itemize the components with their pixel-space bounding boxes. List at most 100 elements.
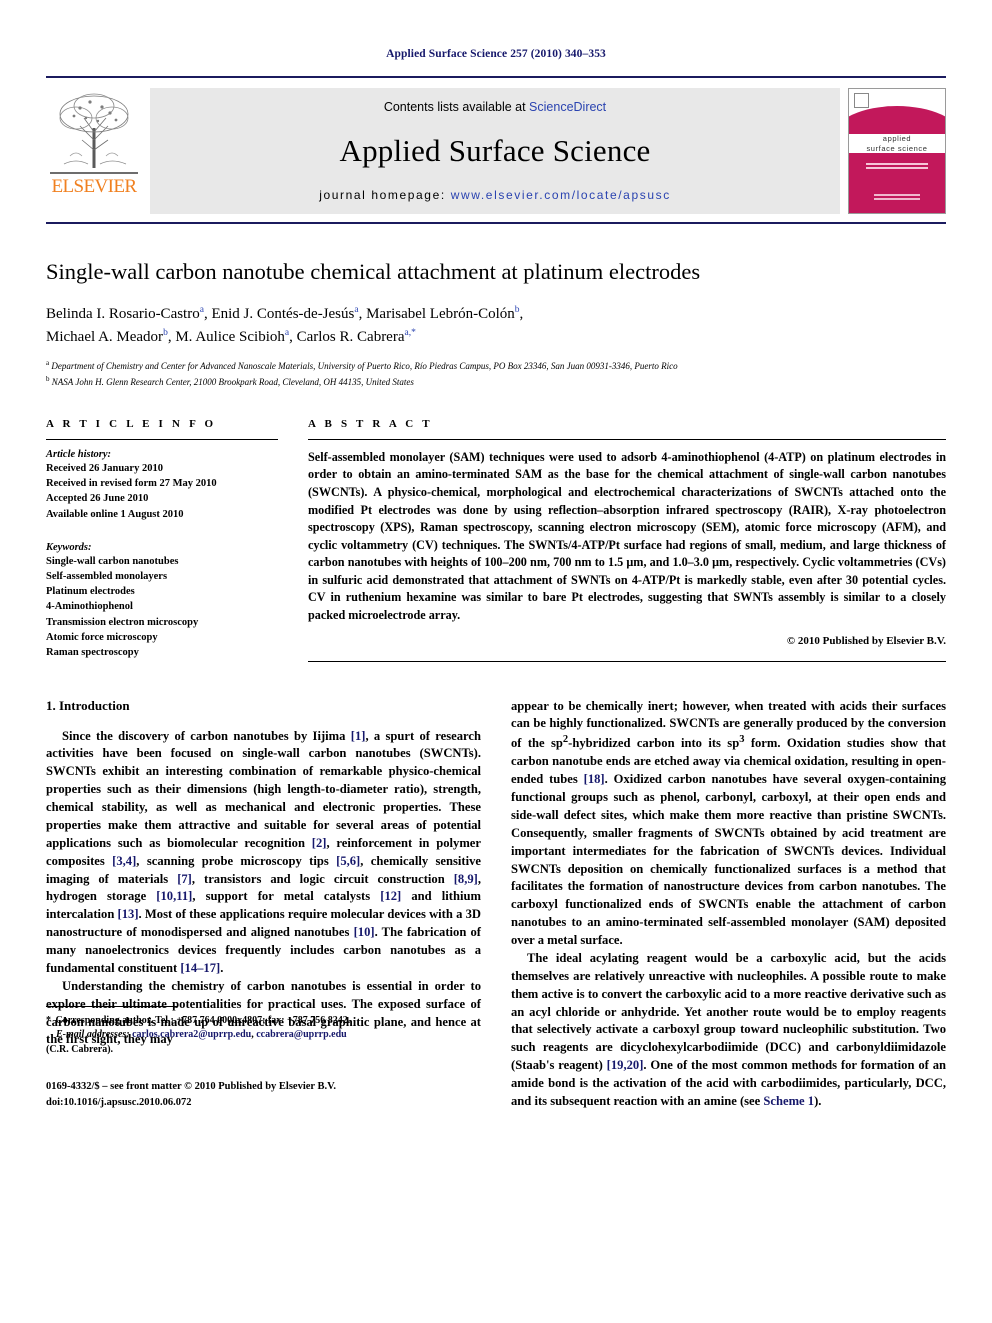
article-info-divider xyxy=(46,438,278,440)
email-owner: (C.R. Cabrera). xyxy=(46,1043,114,1055)
citation-ref[interactable]: [13] xyxy=(118,907,139,921)
abstract-column: A B S T R A C T Self-assembled monolayer… xyxy=(308,418,946,662)
email-label: E-mail addresses: xyxy=(56,1029,130,1041)
citation-ref[interactable]: [10,11] xyxy=(156,889,192,903)
corresponding-author-text: Corresponding author. Tel.: +787 764 000… xyxy=(53,1014,351,1026)
author-name: M. Aulice Scibioh xyxy=(175,328,285,345)
citation-ref[interactable]: [3,4] xyxy=(112,854,136,868)
paragraph-text: , scanning probe microscopy tips xyxy=(136,853,337,868)
author-name: Enid J. Contés-de-Jesús xyxy=(211,306,355,322)
elsevier-wordmark: ELSEVIER xyxy=(51,175,138,197)
scheme-link[interactable]: Scheme 1 xyxy=(763,1094,814,1108)
paragraph-text: . xyxy=(220,960,224,975)
article-history-list: Received 26 January 2010 Received in rev… xyxy=(46,461,278,522)
author-name: Carlos R. Cabrera xyxy=(296,328,405,345)
author-affiliation-marker: a xyxy=(284,327,290,338)
body-column-left: 1. Introduction Since the discovery of c… xyxy=(46,698,481,1111)
affiliation-b: b NASA John H. Glenn Research Center, 21… xyxy=(46,374,946,390)
paragraph-text: , support for metal catalysts xyxy=(192,889,381,904)
paragraph-text: , transistors and logic circuit construc… xyxy=(191,871,454,886)
cover-lower-block xyxy=(849,143,945,213)
cover-title-line2: surface science xyxy=(866,143,928,153)
journal-banner: Contents lists available at ScienceDirec… xyxy=(150,88,840,214)
article-info-heading: A R T I C L E I N F O xyxy=(46,417,217,430)
keyword-item: Single-wall carbon nanotubes xyxy=(46,555,179,567)
paragraph-text: , a spurt of research activities have be… xyxy=(46,728,481,850)
running-head: Applied Surface Science 257 (2010) 340–3… xyxy=(386,48,606,60)
author-name: Marisabel Lebrón-Colón xyxy=(366,306,515,322)
article-history-label: Article history: xyxy=(46,448,112,460)
abstract-bottom-divider xyxy=(308,660,946,662)
footnote-divider xyxy=(46,1005,178,1007)
paragraph-text: -hybridized carbon into its sp xyxy=(568,736,740,751)
keyword-item: Platinum electrodes xyxy=(46,586,135,598)
body-columns: 1. Introduction Since the discovery of c… xyxy=(46,698,946,1111)
citation-ref[interactable]: [1] xyxy=(351,729,366,743)
doi-line: doi:10.1016/j.apsusc.2010.06.072 xyxy=(46,1097,192,1109)
article-title-block: Single-wall carbon nanotube chemical att… xyxy=(46,258,946,390)
elsevier-logo-rule xyxy=(50,172,138,174)
author-affiliation-marker: a,* xyxy=(404,327,416,338)
footnote-block: * Corresponding author. Tel.: +787 764 0… xyxy=(46,1005,481,1111)
cover-title-band: applied surface science xyxy=(849,133,945,154)
journal-cover-thumbnail: applied surface science xyxy=(848,88,946,214)
affiliation-text: NASA John H. Glenn Research Center, 2100… xyxy=(51,376,414,387)
citation-ref[interactable]: [7] xyxy=(177,872,192,886)
journal-masthead: ELSEVIER Contents lists available at Sci… xyxy=(46,76,946,224)
author-name: Michael A. Meador xyxy=(46,328,164,345)
journal-homepage-line: journal homepage: www.elsevier.com/locat… xyxy=(319,188,671,202)
keyword-item: 4-Aminothiophenol xyxy=(46,601,133,613)
keyword-item: Raman spectroscopy xyxy=(46,647,139,659)
section-heading-introduction: 1. Introduction xyxy=(46,697,130,713)
affiliation-marker: b xyxy=(46,374,50,383)
author-line-1: Belinda I. Rosario-Castroa, Enid J. Cont… xyxy=(46,305,524,322)
sciencedirect-link[interactable]: ScienceDirect xyxy=(529,100,606,114)
keyword-item: Transmission electron microscopy xyxy=(46,616,199,628)
citation-ref[interactable]: [2] xyxy=(312,836,327,850)
history-item: Received 26 January 2010 xyxy=(46,462,163,474)
author-line-2: Michael A. Meadorb, M. Aulice Scibioha, … xyxy=(46,327,416,345)
citation-ref[interactable]: [8,9] xyxy=(454,872,478,886)
email-link-1[interactable]: carlos.cabrera2@uprrp.edu xyxy=(132,1029,251,1040)
author-list: Belinda I. Rosario-Castroa, Enid J. Cont… xyxy=(46,303,946,348)
affiliations: a Department of Chemistry and Center for… xyxy=(46,358,946,390)
paragraph-text: Since the discovery of carbon nanotubes … xyxy=(62,728,351,743)
affiliation-a: a Department of Chemistry and Center for… xyxy=(46,358,946,374)
page-title: Single-wall carbon nanotube chemical att… xyxy=(46,259,701,284)
abstract-copyright: © 2010 Published by Elsevier B.V. xyxy=(786,634,946,647)
article-info-column: A R T I C L E I N F O Article history: R… xyxy=(46,418,278,662)
cover-title-line1: applied xyxy=(882,134,912,144)
abstract-heading: A B S T R A C T xyxy=(308,417,433,430)
citation-ref[interactable]: [19,20] xyxy=(607,1058,644,1072)
keyword-item: Atomic force microscopy xyxy=(46,631,158,643)
intro-paragraph-3: appear to be chemically inert; however, … xyxy=(511,698,946,950)
author-affiliation-marker: a xyxy=(199,305,204,315)
issn-line: 0169-4332/$ – see front matter © 2010 Pu… xyxy=(46,1081,336,1093)
journal-homepage-url[interactable]: www.elsevier.com/locate/apsusc xyxy=(451,188,671,202)
history-item: Accepted 26 June 2010 xyxy=(46,493,149,505)
citation-ref[interactable]: [14–17] xyxy=(180,961,220,975)
intro-paragraph-4: The ideal acylating reagent would be a c… xyxy=(511,950,946,1111)
history-item: Received in revised form 27 May 2010 xyxy=(46,478,217,490)
paragraph-text: The ideal acylating reagent would be a c… xyxy=(511,950,946,1073)
email-link-2[interactable]: ccabrera@uprrp.edu xyxy=(256,1029,347,1040)
body-column-right: appear to be chemically inert; however, … xyxy=(511,698,946,1111)
journal-homepage-prefix: journal homepage: xyxy=(319,188,451,202)
author-affiliation-marker: b xyxy=(163,327,168,338)
cover-blurb-lines xyxy=(866,163,928,171)
affiliation-marker: a xyxy=(46,359,50,367)
info-abstract-row: A R T I C L E I N F O Article history: R… xyxy=(46,418,946,662)
keywords-block: Keywords: Single-wall carbon nanotubes S… xyxy=(46,542,278,661)
abstract-divider xyxy=(308,438,946,440)
paragraph-text: . Oxidized carbon nanotubes have several… xyxy=(511,772,946,948)
citation-ref[interactable]: [18] xyxy=(584,772,605,786)
citation-ref[interactable]: [12] xyxy=(380,889,401,903)
contents-lists-line: Contents lists available at ScienceDirec… xyxy=(384,100,606,114)
author-affiliation-marker: a xyxy=(354,305,359,315)
citation-ref[interactable]: [10] xyxy=(354,925,375,939)
paragraph-text: ). xyxy=(814,1093,822,1108)
citation-ref[interactable]: [5,6] xyxy=(336,854,360,868)
contents-lists-prefix: Contents lists available at xyxy=(383,100,530,114)
author-affiliation-marker: b xyxy=(514,305,520,315)
affiliation-text: Department of Chemistry and Center for A… xyxy=(51,361,678,371)
